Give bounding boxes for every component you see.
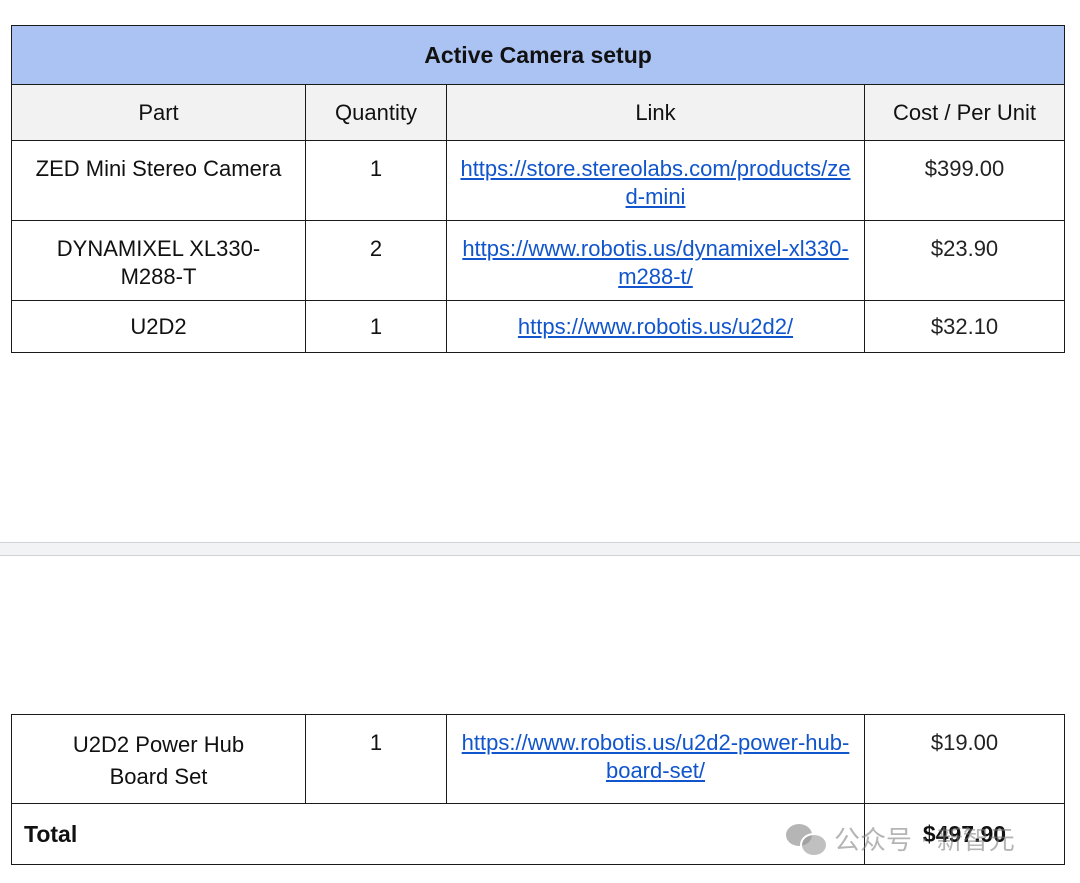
total-row: Total $497.90 [11,803,1065,865]
cost-cell: $19.00 [864,714,1065,804]
table-row: U2D2 1 https://www.robotis.us/u2d2/ $32.… [11,300,1066,353]
page-break-divider [0,542,1080,556]
product-link[interactable]: https://www.robotis.us/u2d2/ [518,314,793,339]
cost-cell: $399.00 [863,140,1066,221]
parts-table: Active Camera setup Part Quantity Link C… [10,25,1066,353]
link-cell: https://store.stereolabs.com/products/ze… [446,140,865,221]
product-link[interactable]: https://store.stereolabs.com/products/ze… [460,156,850,209]
table-row: U2D2 Power Hub Board Set 1 https://www.r… [11,714,1065,804]
header-cost: Cost / Per Unit [863,84,1066,141]
part-cell: ZED Mini Stereo Camera [11,140,306,221]
total-label: Total [11,803,865,865]
part-cell: U2D2 [11,300,306,353]
table-title: Active Camera setup [10,25,1066,85]
cost-cell: $23.90 [863,220,1066,301]
header-link: Link [446,84,865,141]
part-cell: DYNAMIXEL XL330-M288-T [11,220,306,301]
table-row: ZED Mini Stereo Camera 1 https://store.s… [11,140,1066,221]
quantity-cell: 1 [305,714,447,804]
quantity-cell: 1 [305,140,447,221]
part-cell: U2D2 Power Hub Board Set [11,714,306,804]
parts-table-continued: U2D2 Power Hub Board Set 1 https://www.r… [11,714,1065,865]
table-row: DYNAMIXEL XL330-M288-T 2 https://www.rob… [11,220,1066,301]
total-value: $497.90 [864,803,1065,865]
header-part: Part [11,84,306,141]
link-cell: https://www.robotis.us/u2d2-power-hub-bo… [446,714,865,804]
link-cell: https://www.robotis.us/dynamixel-xl330-m… [446,220,865,301]
header-quantity: Quantity [305,84,447,141]
product-link[interactable]: https://www.robotis.us/u2d2-power-hub-bo… [462,730,850,783]
product-link[interactable]: https://www.robotis.us/dynamixel-xl330-m… [462,236,848,289]
quantity-cell: 2 [305,220,447,301]
link-cell: https://www.robotis.us/u2d2/ [446,300,865,353]
quantity-cell: 1 [305,300,447,353]
cost-cell: $32.10 [863,300,1066,353]
